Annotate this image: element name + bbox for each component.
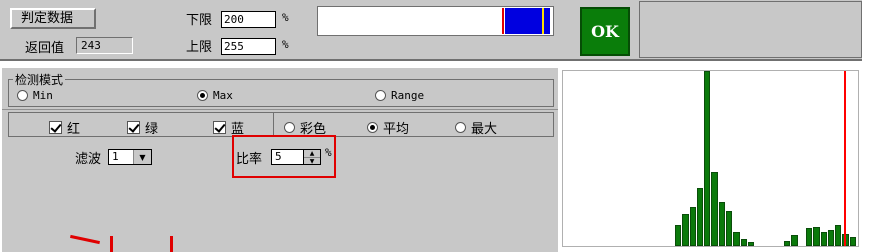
- red-stroke-mark: [110, 236, 113, 252]
- histogram-bar: [711, 172, 718, 246]
- histogram-bar: [733, 232, 740, 246]
- histogram-bar: [696, 188, 704, 246]
- calc-average-radio-dot[interactable]: [367, 122, 378, 133]
- histogram-panel: [562, 70, 859, 247]
- histogram-bar: [675, 225, 682, 246]
- detect-mode-legend: 检测模式: [13, 71, 66, 88]
- histogram-threshold-line: [844, 71, 846, 246]
- color-gauge: [317, 6, 554, 36]
- histogram-bar: [835, 225, 842, 246]
- mode-min-label: Min: [33, 89, 53, 102]
- detect-mode-group: 检测模式 Min Max Range: [8, 71, 554, 107]
- filter-dropdown-value: 1: [112, 150, 119, 163]
- spin-up-icon[interactable]: ▲: [304, 150, 320, 158]
- upper-limit-label: 上限: [186, 40, 213, 55]
- channel-blue-check[interactable]: [213, 121, 226, 134]
- histogram-bar: [784, 241, 791, 246]
- judge-data-label: 判定数据: [10, 8, 96, 29]
- histogram-bar: [747, 242, 755, 246]
- lower-limit-unit: %: [282, 11, 289, 24]
- gauge-yellow-marker: [542, 8, 544, 34]
- mode-range-label: Range: [391, 89, 425, 102]
- channel-red-checkbox[interactable]: 红: [49, 118, 80, 137]
- calc-max-radio[interactable]: 最大: [455, 118, 497, 137]
- top-right-panel: [639, 1, 862, 58]
- histogram-bar: [791, 235, 798, 246]
- histogram-bar: [740, 239, 747, 246]
- spin-down-icon[interactable]: ▼: [304, 158, 320, 165]
- calc-max-label: 最大: [471, 122, 498, 137]
- histogram-bar: [806, 228, 813, 246]
- channel-green-checkbox[interactable]: 绿: [127, 118, 158, 137]
- histogram-bar: [682, 214, 689, 246]
- ratio-stepper[interactable]: 5 ▲ ▼: [271, 149, 321, 165]
- histogram-bar: [827, 230, 835, 246]
- histogram-bars: [675, 71, 857, 246]
- ok-button-label: OK: [591, 22, 619, 41]
- lower-limit-input[interactable]: 200: [221, 11, 276, 28]
- top-panel-bottom-line: [0, 59, 862, 61]
- histogram-bar: [813, 227, 820, 246]
- histogram-bar: [725, 211, 733, 246]
- mode-min-radio[interactable]: Min: [17, 89, 53, 102]
- chevron-down-icon[interactable]: ▼: [133, 150, 151, 164]
- histogram-bar: [849, 237, 856, 246]
- filter-dropdown[interactable]: 1 ▼: [108, 149, 152, 165]
- calc-color-radio-dot[interactable]: [284, 122, 295, 133]
- calc-average-radio[interactable]: 平均: [367, 118, 409, 137]
- ratio-stepper-value[interactable]: 5: [272, 150, 304, 164]
- mode-range-radio[interactable]: Range: [375, 89, 424, 102]
- mode-range-radio-dot[interactable]: [375, 90, 386, 101]
- channel-red-label: 红: [67, 122, 81, 137]
- upper-limit-input[interactable]: 255: [221, 38, 276, 55]
- histogram-bar: [704, 71, 711, 246]
- mode-max-radio[interactable]: Max: [197, 89, 233, 102]
- channel-calc-row: 红 绿 蓝 彩色 平均 最大: [8, 112, 554, 137]
- filter-label: 滤波: [75, 152, 102, 167]
- mode-max-label: Max: [213, 89, 233, 102]
- gauge-red-marker: [502, 8, 504, 34]
- histogram-bar: [718, 202, 725, 246]
- calc-average-label: 平均: [383, 122, 410, 137]
- return-value-field: 243: [76, 37, 133, 54]
- channel-green-check[interactable]: [127, 121, 140, 134]
- upper-limit-unit: %: [282, 38, 289, 51]
- channel-red-check[interactable]: [49, 121, 62, 134]
- ratio-unit: %: [325, 146, 332, 159]
- calc-max-radio-dot[interactable]: [455, 122, 466, 133]
- lower-limit-label: 下限: [186, 13, 213, 28]
- mode-min-radio-dot[interactable]: [17, 90, 28, 101]
- ratio-stepper-buttons[interactable]: ▲ ▼: [304, 150, 320, 165]
- histogram-bar: [820, 232, 827, 246]
- group-divider: [2, 109, 558, 110]
- histogram-bar: [689, 207, 696, 246]
- channel-calc-separator: [273, 113, 274, 136]
- return-value-label: 返回值: [25, 41, 65, 56]
- red-stroke-mark: [170, 236, 173, 252]
- mode-max-radio-dot[interactable]: [197, 90, 208, 101]
- ratio-label: 比率: [236, 152, 263, 167]
- ok-button[interactable]: OK: [580, 7, 630, 56]
- channel-green-label: 绿: [145, 122, 159, 137]
